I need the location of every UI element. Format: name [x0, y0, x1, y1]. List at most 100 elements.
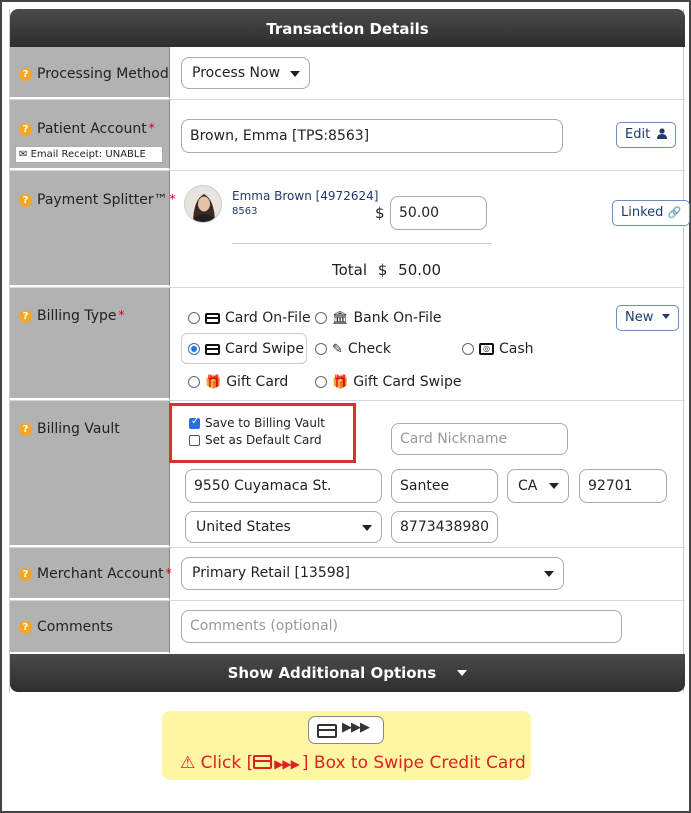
show-additional-options-button[interactable]: Show Additional Options	[10, 654, 685, 692]
phone-input[interactable]: 8773438980	[391, 511, 498, 543]
row-billing-type: ? Billing Type * Card On-File 🏛 Bank On-F…	[10, 288, 685, 401]
checkbox[interactable]	[189, 434, 200, 446]
processing-method-select[interactable]: Process Now	[181, 57, 310, 89]
arrows-icon: ▶▶▶	[274, 757, 300, 771]
card-nickname-input[interactable]: Card Nickname	[391, 423, 568, 455]
divider	[232, 243, 492, 244]
option-card-swipe[interactable]: Card Swipe	[188, 341, 304, 357]
total-amount: 50.00	[398, 261, 442, 279]
row-patient-account: ? Patient Account * ✉ Email Receipt: UNAB…	[10, 100, 685, 171]
option-gift-card-swipe[interactable]: 🎁 Gift Card Swipe	[315, 374, 461, 390]
comments-label: Comments	[37, 619, 113, 635]
set-default-checkbox[interactable]: Set as Default Card	[189, 433, 322, 447]
warning-icon: ⚠	[180, 753, 196, 773]
radio-button[interactable]	[188, 312, 200, 324]
patient-account-label: Patient Account	[37, 121, 147, 137]
merchant-account-label-wrap: Merchant Account *	[37, 566, 172, 582]
processing-method-label: Processing Method	[37, 66, 169, 82]
swipe-text-prefix: Click [	[200, 753, 254, 773]
arrows-icon: ▶▶▶	[342, 720, 370, 735]
merchant-account-value: Primary Retail [13598]	[192, 565, 351, 581]
help-icon[interactable]: ?	[19, 123, 32, 136]
required-marker: *	[165, 566, 172, 580]
save-to-vault-label: Save to Billing Vault	[205, 416, 326, 430]
linked-label: Linked	[621, 205, 664, 220]
billing-vault-label: Billing Vault	[37, 421, 120, 437]
swipe-card-button[interactable]: ▶▶▶	[308, 716, 384, 744]
edit-label: Edit	[625, 127, 651, 142]
label-cell: ? Billing Vault	[10, 401, 170, 547]
chevron-down-icon	[362, 525, 372, 531]
caret-down-icon	[457, 670, 468, 676]
gift-icon: 🎁	[205, 374, 222, 390]
radio-button[interactable]	[462, 343, 474, 355]
help-icon[interactable]: ?	[19, 621, 32, 634]
option-check[interactable]: ✎ Check	[315, 341, 391, 357]
zip-input[interactable]: 92701	[579, 469, 667, 503]
total-label: Total	[332, 261, 368, 279]
swipe-text-suffix: ] Box to Swipe Credit Card	[301, 753, 526, 773]
patient-account-input[interactable]: Brown, Emma [TPS:8563]	[181, 119, 563, 153]
option-card-on-file[interactable]: Card On-File	[188, 310, 311, 326]
street-address-input[interactable]: 9550 Cuyamaca St.	[185, 469, 382, 503]
option-label: Bank On-File	[353, 310, 442, 326]
comments-input[interactable]: Comments (optional)	[181, 610, 622, 643]
save-to-vault-checkbox[interactable]: Save to Billing Vault	[189, 416, 325, 430]
processing-method-value: Process Now	[192, 65, 281, 81]
window-frame: Transaction Details ? Processing Method …	[0, 0, 691, 813]
option-gift-card[interactable]: 🎁 Gift Card	[188, 374, 288, 390]
option-label: Gift Card Swipe	[353, 374, 462, 390]
chevron-down-icon	[549, 483, 559, 489]
radio-button[interactable]	[315, 376, 327, 388]
row-merchant-account: ? Merchant Account * Primary Retail [1359…	[10, 548, 685, 601]
label-cell: ? Patient Account * ✉ Email Receipt: UNAB…	[10, 100, 170, 170]
option-label: Card On-File	[225, 310, 311, 326]
billing-type-label: Billing Type	[37, 308, 117, 324]
state-value: CA	[518, 478, 538, 494]
radio-button[interactable]	[315, 312, 327, 324]
split-amount-input[interactable]: 50.00	[390, 196, 487, 230]
total-currency: $	[377, 261, 388, 279]
credit-card-icon	[205, 343, 220, 355]
option-cash[interactable]: ◎ Cash	[462, 341, 534, 357]
new-billing-button[interactable]: New	[616, 305, 679, 331]
help-icon[interactable]: ?	[19, 423, 32, 436]
pen-icon: ✎	[332, 341, 343, 357]
currency-symbol: $	[375, 204, 385, 222]
option-label: Card Swipe	[225, 341, 304, 357]
required-marker: *	[169, 192, 176, 206]
radio-button[interactable]	[188, 376, 200, 388]
required-marker: *	[148, 121, 155, 135]
user-icon	[657, 128, 668, 139]
money-icon: ◎	[479, 343, 494, 355]
help-icon[interactable]: ?	[19, 194, 32, 207]
merchant-account-select[interactable]: Primary Retail [13598]	[181, 557, 564, 590]
city-input[interactable]: Santee	[391, 469, 498, 503]
credit-card-icon	[205, 312, 220, 324]
chevron-down-icon	[290, 71, 300, 77]
panel-header: Transaction Details	[10, 9, 685, 47]
option-bank-on-file[interactable]: 🏛 Bank On-File	[315, 310, 442, 326]
help-icon[interactable]: ?	[19, 310, 32, 323]
patient-id: 8563	[232, 206, 258, 217]
row-processing-method: ? Processing Method Process Now	[10, 47, 685, 100]
linked-button[interactable]: Linked 🔗	[612, 200, 691, 226]
label-cell: ? Merchant Account *	[10, 548, 172, 600]
label-cell: ? Comments	[10, 601, 170, 654]
credit-card-icon	[317, 724, 337, 738]
radio-button[interactable]	[315, 343, 327, 355]
checkbox-checked[interactable]	[189, 416, 200, 429]
chevron-down-icon	[544, 571, 554, 577]
help-icon[interactable]: ?	[19, 568, 32, 581]
state-select[interactable]: CA	[507, 469, 569, 503]
edit-patient-button[interactable]: Edit	[616, 122, 677, 148]
country-select[interactable]: United States	[185, 511, 382, 543]
radio-button-selected[interactable]	[188, 343, 200, 355]
patient-account-label-wrap: Patient Account *	[37, 121, 155, 137]
total-line: Total $ 50.00	[332, 261, 441, 279]
required-marker: *	[118, 308, 125, 322]
help-icon[interactable]: ?	[19, 68, 32, 81]
patient-avatar	[184, 185, 222, 223]
new-label: New	[625, 310, 654, 325]
option-label: Gift Card	[226, 374, 289, 390]
